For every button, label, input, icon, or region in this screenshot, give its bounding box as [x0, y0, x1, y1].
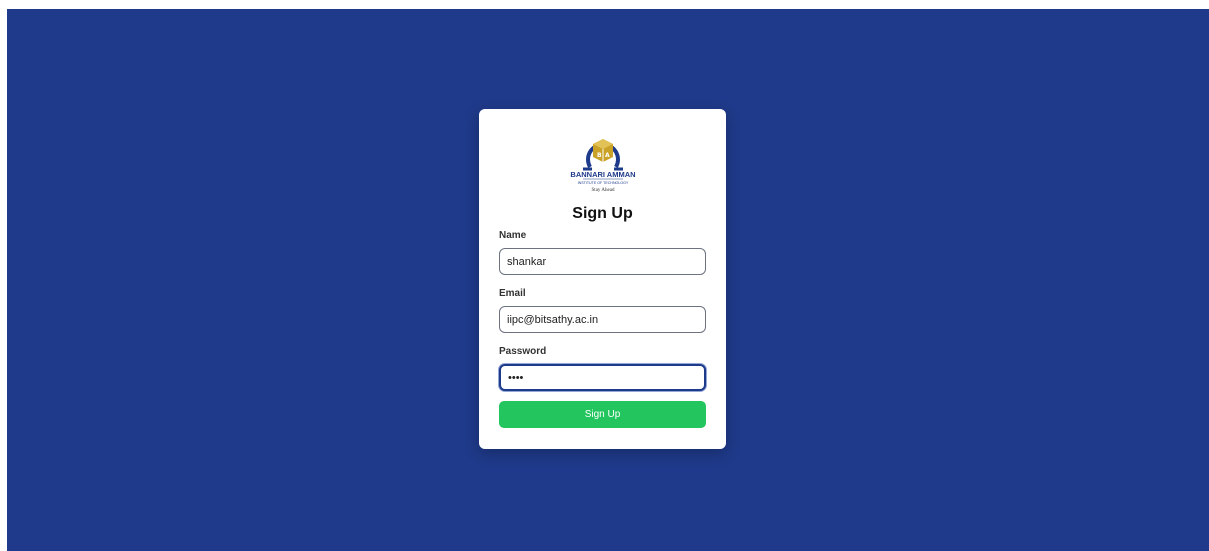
logo-name-text: BANNARI AMMAN: [570, 170, 635, 179]
password-label: Password: [499, 346, 547, 357]
page-background: B A BANNARI AMMAN INSTITUTE OF TECHNOLOG…: [7, 9, 1209, 551]
password-input[interactable]: [499, 364, 706, 391]
name-label: Name: [499, 230, 527, 241]
name-input[interactable]: [499, 248, 706, 275]
logo-emblem-icon: B A BANNARI AMMAN INSTITUTE OF TECHNOLOG…: [570, 139, 636, 193]
svg-text:A: A: [605, 152, 610, 159]
email-label: Email: [499, 288, 526, 299]
signup-card: B A BANNARI AMMAN INSTITUTE OF TECHNOLOG…: [479, 109, 726, 449]
page-title: Sign Up: [572, 205, 633, 222]
email-input[interactable]: [499, 306, 706, 333]
svg-text:B: B: [597, 152, 602, 159]
signup-button[interactable]: Sign Up: [499, 401, 706, 428]
institution-logo: B A BANNARI AMMAN INSTITUTE OF TECHNOLOG…: [563, 129, 643, 195]
logo-sub-text: INSTITUTE OF TECHNOLOGY: [578, 181, 629, 185]
logo-tagline-text: Stay Ahead: [592, 188, 615, 193]
